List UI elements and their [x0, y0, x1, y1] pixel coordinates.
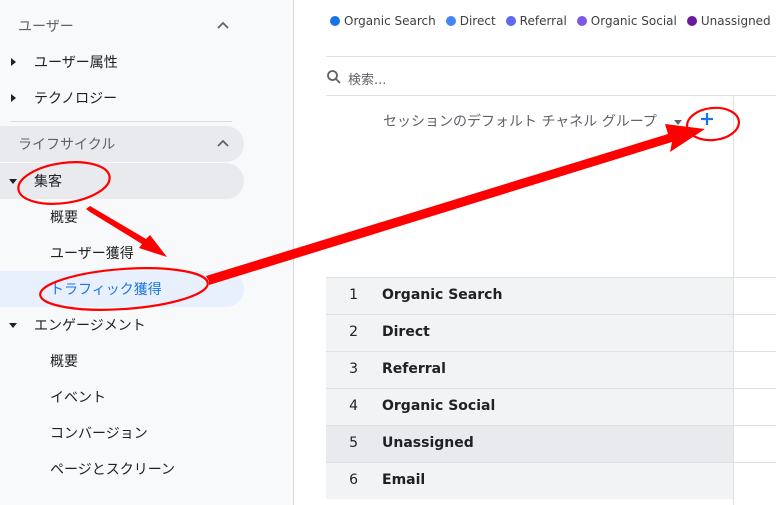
sidebar-nav: ユーザー ユーザー属性 テクノロジー ライフサイクル 集客 概要 ユーザー獲得 … — [0, 0, 294, 505]
sidebar-item-acquisition[interactable]: 集客 — [0, 163, 244, 199]
legend-label: Direct — [459, 14, 496, 28]
caret-right-icon — [11, 94, 16, 102]
legend-item: Organic Search — [330, 14, 436, 28]
sidebar-subitem-conversions[interactable]: コンバージョン — [0, 415, 244, 451]
data-table: 1 Organic Search 2 Direct 3 Referral 4 Organ… — [326, 277, 776, 499]
table-row[interactable]: 5 Unassigned — [326, 425, 776, 462]
legend-dot-0 — [330, 16, 340, 26]
chevron-up-icon[interactable] — [215, 18, 231, 34]
legend-item: Referral — [505, 14, 567, 28]
chart-legend: Organic Search Direct Referral Organic S… — [330, 14, 771, 28]
caret-down-icon — [9, 323, 17, 328]
legend-dot-3 — [576, 16, 587, 26]
table-row[interactable]: 4 Organic Social — [326, 388, 776, 425]
sidebar-subitem-traffic-acquisition[interactable]: トラフィック獲得 — [0, 271, 244, 307]
divider — [10, 121, 232, 122]
section-label: ライフサイクル — [18, 137, 116, 153]
dropdown-arrow-icon[interactable] — [673, 118, 683, 126]
sidebar-subitem-user-acquisition[interactable]: ユーザー獲得 — [0, 235, 244, 271]
section-label: ユーザー — [18, 19, 74, 35]
sidebar-subitem-pages-screens[interactable]: ページとスクリーン — [0, 451, 244, 487]
sidebar-item-label: イベント — [50, 390, 106, 406]
sidebar-item-label: トラフィック獲得 — [50, 282, 162, 298]
chevron-up-icon[interactable] — [215, 136, 231, 152]
report-main: Organic Search Direct Referral Organic S… — [295, 0, 776, 505]
table-row[interactable]: 3 Referral — [326, 351, 776, 388]
sidebar-item-label: エンゲージメント — [34, 318, 146, 334]
legend-item: Unassigned — [686, 14, 771, 28]
sidebar-item-label: コンバージョン — [50, 426, 148, 442]
sidebar-subitem-events[interactable]: イベント — [0, 379, 244, 415]
row-name: Unassigned — [382, 435, 474, 451]
legend-label: Unassigned — [700, 14, 771, 28]
row-index: 2 — [349, 324, 358, 340]
row-index: 1 — [349, 287, 358, 303]
plus-icon — [701, 113, 713, 125]
row-name: Email — [382, 472, 426, 488]
row-index: 6 — [349, 472, 358, 488]
caret-right-icon — [11, 58, 16, 66]
sidebar-subitem-acquisition-overview[interactable]: 概要 — [0, 199, 244, 235]
legend-label: Organic Social — [590, 14, 677, 28]
section-header-lifecycle[interactable]: ライフサイクル — [0, 126, 244, 162]
sidebar-item-label: ユーザー獲得 — [50, 246, 134, 262]
caret-down-icon — [9, 179, 17, 184]
legend-item: Direct — [445, 14, 496, 28]
sidebar-item-label: テクノロジー — [34, 91, 118, 107]
legend-dot-1 — [445, 16, 456, 26]
row-name: Organic Social — [382, 398, 496, 414]
table-search[interactable]: 検索... — [326, 57, 776, 96]
sidebar-item-label: 集客 — [34, 174, 62, 190]
row-index: 5 — [349, 435, 358, 451]
row-name: Direct — [382, 324, 430, 340]
legend-label: Organic Search — [344, 14, 436, 28]
legend-label: Referral — [519, 14, 567, 28]
search-icon — [327, 70, 341, 84]
legend-item: Organic Social — [576, 14, 677, 28]
sidebar-item-label: 概要 — [50, 354, 78, 370]
legend-dot-2 — [505, 16, 516, 26]
add-dimension-button[interactable] — [696, 108, 718, 130]
sidebar-item-label: 概要 — [50, 210, 78, 226]
dimension-column-header[interactable]: セッションのデフォルト チャネル グループ — [383, 111, 657, 131]
search-input[interactable]: 検索... — [348, 69, 386, 88]
row-name: Organic Search — [382, 287, 503, 303]
row-index: 4 — [349, 398, 358, 414]
section-header-users[interactable]: ユーザー — [0, 8, 244, 44]
table-row[interactable]: 6 Email — [326, 462, 776, 499]
sidebar-subitem-engagement-overview[interactable]: 概要 — [0, 343, 244, 379]
sidebar-item-label: ページとスクリーン — [50, 462, 176, 478]
row-index: 3 — [349, 361, 358, 377]
sidebar-item-demographics[interactable]: ユーザー属性 — [0, 44, 244, 80]
table-row[interactable]: 1 Organic Search — [326, 277, 776, 314]
sidebar-item-engagement[interactable]: エンゲージメント — [0, 307, 244, 343]
legend-dot-4 — [686, 16, 697, 26]
row-name: Referral — [382, 361, 446, 377]
sidebar-item-technology[interactable]: テクノロジー — [0, 80, 244, 116]
table-row[interactable]: 2 Direct — [326, 314, 776, 351]
sidebar-item-label: ユーザー属性 — [34, 55, 118, 71]
